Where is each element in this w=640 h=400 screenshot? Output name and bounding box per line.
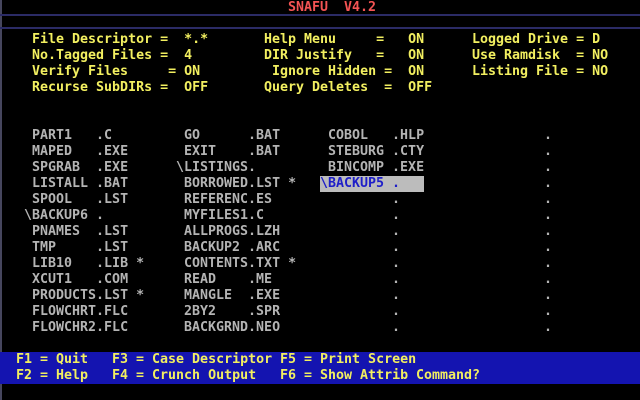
file-entry[interactable]: REFERENC.ES — [176, 192, 272, 208]
empty-slot: . — [472, 144, 553, 159]
file-entry[interactable]: \LISTINGS. — [176, 160, 256, 176]
empty-slot: . — [320, 288, 401, 303]
file-entry[interactable]: READ .ME — [176, 272, 272, 288]
empty-slot: . — [472, 320, 553, 335]
fkey-f2-help: F2 = Help — [16, 368, 89, 383]
file-entry-selected[interactable]: \BACKUP5 . — [320, 176, 425, 192]
file-entry[interactable]: BINCOMP .EXE — [320, 160, 424, 176]
empty-slot: . — [472, 304, 553, 319]
fkey-f4-crunch-output: F4 = Crunch Output — [112, 368, 257, 383]
empty-slot: . — [320, 320, 401, 335]
empty-slot: . — [320, 208, 401, 223]
snafu-screen: SNAFU V4.2 File Descriptor = *.* No.Tagg… — [0, 0, 640, 400]
empty-slot: . — [472, 288, 553, 303]
file-entry[interactable]: BACKUP2 .ARC — [176, 240, 280, 256]
fkey-f5-print-screen: F5 = Print Screen — [280, 352, 417, 367]
empty-slot: . — [320, 272, 401, 287]
empty-slot: . — [472, 128, 553, 143]
empty-slot: . — [472, 192, 553, 207]
file-entry[interactable]: LISTALL .BAT — [24, 176, 128, 192]
file-entry[interactable]: BORROWED.LST * — [176, 176, 296, 192]
empty-slot: . — [472, 240, 553, 255]
empty-slot: . — [472, 224, 553, 239]
empty-slot: . — [320, 224, 401, 239]
file-entry[interactable]: LIB10 .LIB * — [24, 256, 144, 272]
fkey-f3-case-descriptor: F3 = Case Descriptor — [112, 352, 273, 367]
file-entry[interactable]: PART1 .C — [24, 128, 112, 144]
empty-slot: . — [472, 160, 553, 175]
file-entry[interactable]: ALLPROGS.LZH — [176, 224, 280, 240]
empty-slot: . — [472, 208, 553, 223]
command-prompt[interactable]: Command? — [416, 368, 480, 384]
file-list: PART1 .C MAPED .EXE SPGRAB .EXE LISTALL … — [0, 0, 640, 400]
empty-slot: . — [320, 240, 401, 255]
file-entry[interactable]: MAPED .EXE — [24, 144, 128, 160]
empty-slot: . — [320, 256, 401, 271]
file-entry[interactable]: MANGLE .EXE — [176, 288, 280, 304]
file-entry[interactable]: TMP .LST — [24, 240, 128, 256]
file-entry[interactable]: SPGRAB .EXE — [24, 160, 128, 176]
empty-slot: . — [472, 256, 553, 271]
file-entry[interactable]: PRODUCTS.LST * — [24, 288, 144, 304]
empty-slot: . — [320, 192, 401, 207]
file-entry[interactable]: GO .BAT — [176, 128, 280, 144]
fkey-f1-quit: F1 = Quit — [16, 352, 89, 367]
function-key-bar: F1 = Quit F3 = Case Descriptor F5 = Prin… — [0, 352, 640, 384]
file-entry[interactable]: MYFILES1.C — [176, 208, 264, 224]
empty-slot: . — [472, 272, 553, 287]
file-entry[interactable]: EXIT .BAT — [176, 144, 280, 160]
file-entry[interactable]: \BACKUP6 . — [24, 208, 104, 224]
empty-slot: . — [472, 176, 553, 191]
file-entry[interactable]: STEBURG .CTY — [320, 144, 424, 160]
file-entry[interactable]: BACKGRND.NEO — [176, 320, 280, 336]
file-entry[interactable]: FLOWCHRT.FLC — [24, 304, 128, 320]
file-entry[interactable]: SPOOL .LST — [24, 192, 128, 208]
fkey-f6-show-attrib: F6 = Show Attrib — [280, 368, 409, 383]
file-entry[interactable]: CONTENTS.TXT * — [176, 256, 296, 272]
file-entry[interactable]: PNAMES .LST — [24, 224, 128, 240]
file-entry[interactable]: COBOL .HLP — [320, 128, 424, 144]
file-entry[interactable]: FLOWCHR2.FLC — [24, 320, 128, 336]
file-entry[interactable]: XCUT1 .COM — [24, 272, 128, 288]
empty-slot: . — [320, 304, 401, 319]
file-entry[interactable]: 2BY2 .SPR — [176, 304, 280, 320]
